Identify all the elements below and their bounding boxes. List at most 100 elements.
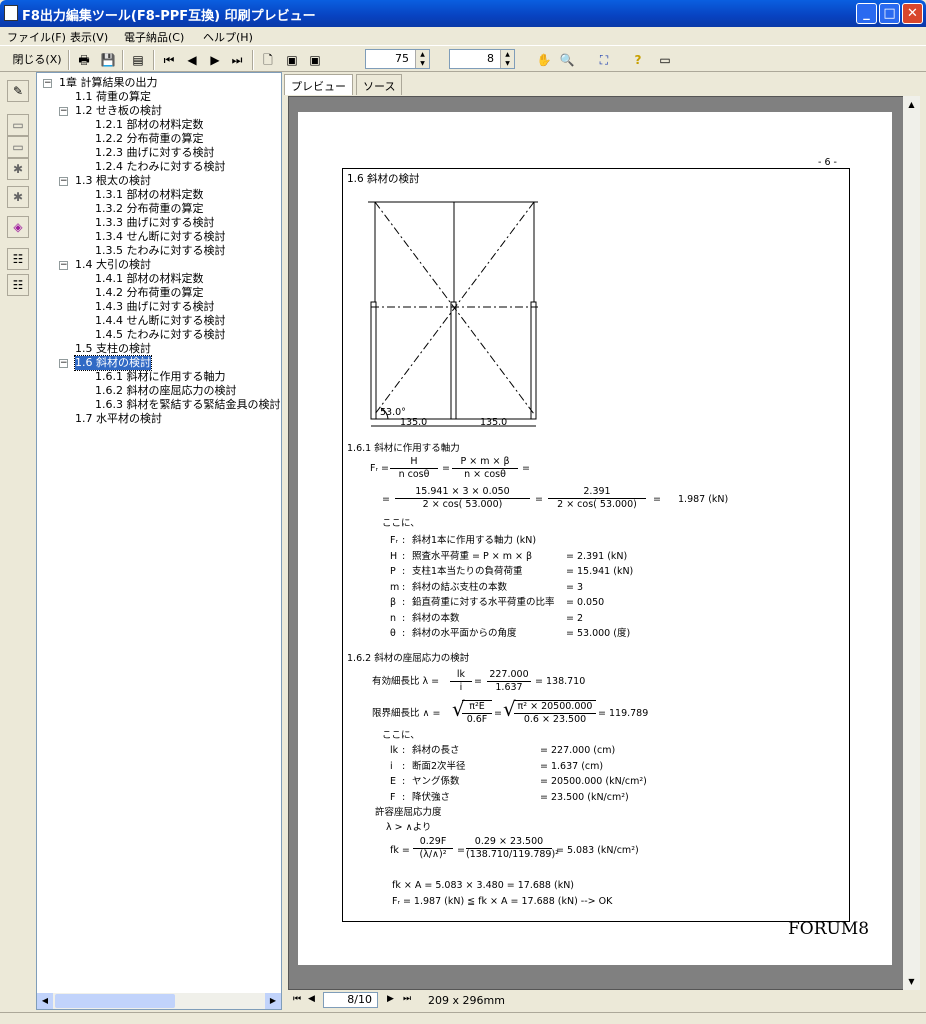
print-icon[interactable]: 🖶: [74, 50, 94, 70]
page-input[interactable]: 8 ▲ ▼: [449, 49, 515, 69]
tree-item[interactable]: 1.4.2 分布荷重の算定: [95, 286, 204, 300]
tree-item[interactable]: 1.3.2 分布荷重の算定: [95, 202, 204, 216]
close-window-button[interactable]: ✕: [902, 3, 923, 24]
tree-item[interactable]: 1.6.1 斜材に作用する軸力: [95, 370, 226, 384]
bracing-diagram: [368, 201, 538, 427]
equals: =: [382, 494, 390, 505]
page-width-icon[interactable]: ▣: [283, 50, 301, 70]
tree-item[interactable]: 1.3.3 曲げに対する検討: [95, 216, 215, 230]
tree-item[interactable]: 1.2.4 たわみに対する検討: [95, 160, 226, 174]
tree-item[interactable]: 1.4.1 部材の材料定数: [95, 272, 204, 286]
minimize-button[interactable]: _: [856, 3, 877, 24]
about-icon[interactable]: ▭: [654, 50, 676, 70]
next-page-icon[interactable]: ▶: [387, 994, 394, 1004]
tree-item[interactable]: 1.3 根太の検討: [75, 174, 151, 188]
window-title: F8出力編集ツール(F8-PPF互換) 印刷プレビュー: [22, 9, 316, 24]
edit-icon[interactable]: ✎: [7, 80, 29, 102]
collapse-toggle-icon[interactable]: −: [59, 177, 68, 186]
tool-icon[interactable]: ▭: [7, 114, 29, 136]
tool-icon[interactable]: ✱: [7, 158, 29, 180]
section-heading: 1.6 斜材の検討: [347, 173, 420, 185]
tree-item[interactable]: 1章 計算結果の出力: [59, 76, 158, 90]
definition-symbol: θ: [390, 628, 396, 639]
numerator: 2.391: [548, 486, 646, 499]
fit-icon[interactable]: ⛶: [594, 50, 614, 70]
tree-view-icon[interactable]: ☷: [7, 248, 29, 270]
definition-symbol: Fᵣ: [390, 535, 398, 546]
colon: :: [402, 791, 406, 803]
list-view-icon[interactable]: ☷: [7, 274, 29, 296]
numerator: 0.29F: [413, 836, 453, 849]
tool-icon[interactable]: ▭: [7, 136, 29, 158]
forum8-logo: FORUM8: [788, 919, 870, 939]
tree-item[interactable]: 1.6.3 斜材を緊結する緊結金具の検討: [95, 398, 280, 412]
first-page-icon[interactable]: ⏮: [293, 994, 301, 1004]
help-icon[interactable]: ?: [629, 50, 647, 70]
tree-item[interactable]: 1.2 せき板の検討: [75, 104, 162, 118]
hand-icon[interactable]: ✋: [534, 50, 554, 70]
tree-item[interactable]: 1.4 大引の検討: [75, 258, 151, 272]
close-button[interactable]: 閉じる(X): [10, 50, 64, 70]
tree-item[interactable]: 1.4.4 せん断に対する検討: [95, 314, 226, 328]
tree-item[interactable]: 1.2.3 曲げに対する検討: [95, 146, 215, 160]
tree-horizontal-scrollbar[interactable]: ◀ ▶: [37, 993, 281, 1009]
menu-e-delivery[interactable]: 電子納品(C): [124, 29, 184, 45]
color-icon[interactable]: ◈: [7, 216, 29, 238]
tree-item[interactable]: 1.6.2 斜材の座屈応力の検討: [95, 384, 237, 398]
tree-item[interactable]: 1.2.1 部材の材料定数: [95, 118, 204, 132]
tree-item[interactable]: 1.3.4 せん断に対する検討: [95, 230, 226, 244]
collapse-toggle-icon[interactable]: −: [59, 359, 68, 368]
single-page-icon[interactable]: 🗋: [259, 50, 277, 70]
tree-item[interactable]: 1.7 水平材の検討: [75, 412, 162, 426]
page-navigator: ⏮ ◀ 8/10 ▶ ⏭ 209 x 296mm: [288, 991, 903, 1010]
tree-item[interactable]: 1.2.2 分布荷重の算定: [95, 132, 204, 146]
page-indicator[interactable]: 8/10: [323, 992, 378, 1008]
definition-symbol: n: [390, 612, 397, 624]
zoom-input[interactable]: 75 ▲ ▼: [365, 49, 430, 69]
tree-item[interactable]: 1.4.3 曲げに対する検討: [95, 300, 215, 314]
fk-result: = 5.083 (kN/cm²): [556, 845, 639, 856]
tree-item[interactable]: 1.3.1 部材の材料定数: [95, 188, 204, 202]
last-page-icon[interactable]: ⏭: [228, 50, 246, 70]
first-page-icon[interactable]: ⏮: [160, 50, 178, 70]
tab-preview[interactable]: プレビュー: [284, 74, 353, 95]
dimension-label: 135.0: [400, 417, 428, 428]
tree-item[interactable]: 1.1 荷重の算定: [75, 90, 151, 104]
tab-bar: プレビュー ソース: [284, 72, 926, 95]
export-icon[interactable]: ▤: [128, 50, 148, 70]
maximize-button[interactable]: □: [879, 3, 900, 24]
menu-view[interactable]: 表示(V): [70, 29, 108, 45]
menu-help[interactable]: ヘルプ(H): [203, 29, 253, 45]
preview-vertical-scrollbar[interactable]: ▲ ▼: [903, 96, 920, 990]
tab-source[interactable]: ソース: [356, 74, 403, 95]
colon: :: [402, 535, 406, 546]
page-spinner[interactable]: ▲ ▼: [500, 50, 514, 68]
separator: [122, 50, 124, 70]
tool-icon[interactable]: ✱: [7, 186, 29, 208]
colon: :: [402, 550, 406, 562]
next-page-icon[interactable]: ▶: [206, 50, 224, 70]
prev-page-icon[interactable]: ◀: [308, 994, 315, 1004]
magnifier-icon[interactable]: 🔍: [557, 50, 577, 70]
tree-item[interactable]: 1.6 斜材の検討: [74, 355, 152, 371]
tree-item[interactable]: 1.4.5 たわみに対する検討: [95, 328, 226, 342]
last-page-icon[interactable]: ⏭: [403, 994, 411, 1004]
collapse-toggle-icon[interactable]: −: [43, 79, 52, 88]
save-icon[interactable]: 💾: [98, 50, 118, 70]
collapse-toggle-icon[interactable]: −: [59, 107, 68, 116]
definition-text: 斜材1本に作用する軸力 (kN): [412, 535, 537, 546]
where-label: ここに、: [382, 518, 420, 529]
prev-page-icon[interactable]: ◀: [183, 50, 201, 70]
definition-text: 照査水平荷重 = P × m × β: [412, 550, 533, 562]
tree-item[interactable]: 1.3.5 たわみに対する検討: [95, 244, 226, 258]
zoom-spinner[interactable]: ▲ ▼: [415, 50, 429, 68]
collapse-toggle-icon[interactable]: −: [59, 261, 68, 270]
allowable-stress-label: 許容座屈応力度: [375, 807, 442, 818]
definition-symbol: lk: [390, 745, 399, 756]
where-label: ここに、: [382, 730, 420, 741]
separator: [153, 50, 155, 70]
numerator: lk: [450, 669, 472, 682]
full-page-icon[interactable]: ▣: [306, 50, 324, 70]
menu-file[interactable]: ファイル(F): [7, 29, 66, 45]
tree-item[interactable]: 1.5 支柱の検討: [75, 342, 151, 356]
